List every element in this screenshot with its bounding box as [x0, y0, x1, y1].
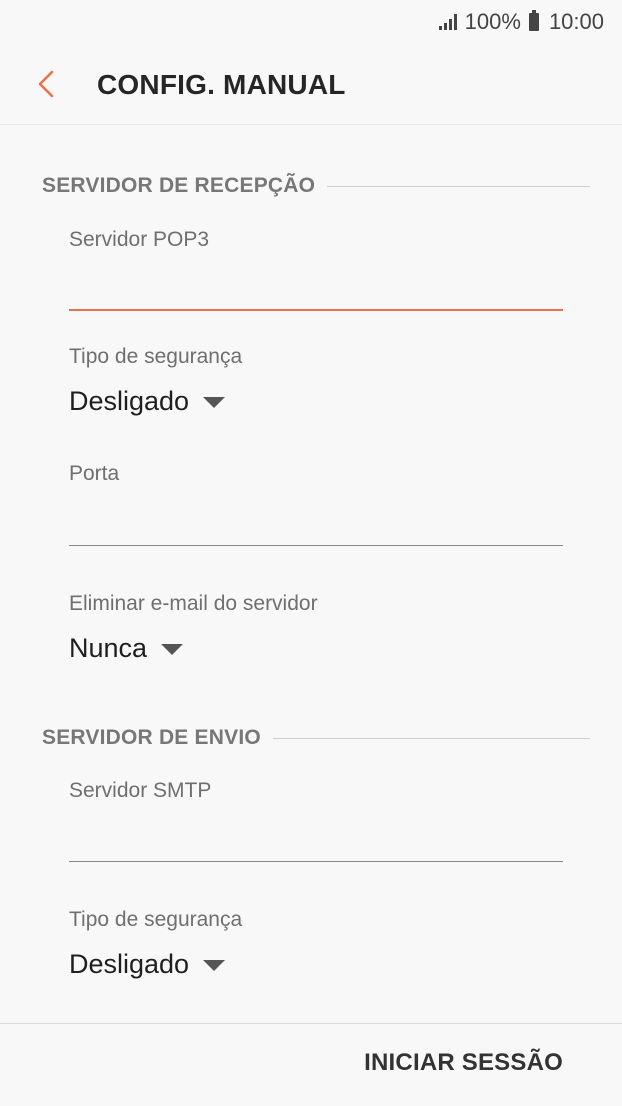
- caret-down-icon: [161, 644, 184, 655]
- smtp-server-underline: [69, 861, 563, 862]
- section-header-incoming: SERVIDOR DE RECEPÇÃO: [42, 174, 590, 198]
- battery-percent: 100%: [464, 9, 521, 34]
- battery-icon: [528, 10, 539, 31]
- incoming-security-value: Desligado: [69, 386, 190, 416]
- delete-email-label: Eliminar e-mail do servidor: [69, 592, 318, 615]
- section-divider: [272, 737, 590, 739]
- outgoing-security-label: Tipo de segurança: [69, 908, 243, 931]
- pop3-server-label: Servidor POP3: [69, 228, 210, 251]
- section-title-outgoing: SERVIDOR DE ENVIO: [42, 726, 261, 749]
- incoming-security-label: Tipo de segurança: [69, 345, 243, 368]
- footer-divider: [0, 1023, 622, 1024]
- port-input[interactable]: [69, 505, 563, 543]
- status-bar-right: 100% 10:00: [438, 9, 604, 35]
- page-title: CONFIG. MANUAL: [97, 69, 346, 100]
- outgoing-security-value: Desligado: [69, 949, 190, 979]
- caret-down-icon: [203, 960, 226, 971]
- smtp-server-label: Servidor SMTP: [69, 779, 212, 802]
- pop3-server-underline: [69, 309, 563, 311]
- smtp-server-input[interactable]: [69, 821, 563, 859]
- outgoing-security-dropdown[interactable]: Desligado: [69, 949, 226, 980]
- delete-email-dropdown[interactable]: Nunca: [69, 633, 184, 664]
- sign-in-button[interactable]: INICIAR SESSÃO: [364, 1049, 563, 1077]
- section-header-outgoing: SERVIDOR DE ENVIO: [42, 726, 590, 750]
- port-underline: [69, 545, 563, 546]
- incoming-security-dropdown[interactable]: Desligado: [69, 386, 226, 417]
- caret-down-icon: [203, 397, 226, 408]
- delete-email-value: Nunca: [69, 633, 148, 663]
- section-title-incoming: SERVIDOR DE RECEPÇÃO: [42, 174, 316, 197]
- app-bar: CONFIG. MANUAL: [0, 44, 622, 125]
- clock: 10:00: [548, 9, 604, 34]
- pop3-server-input[interactable]: [69, 270, 563, 308]
- section-divider: [327, 185, 590, 187]
- signal-icon: [438, 14, 457, 30]
- back-button[interactable]: [30, 66, 66, 102]
- port-label: Porta: [69, 462, 120, 485]
- chevron-left-icon: [38, 70, 54, 98]
- status-bar: 100% 10:00: [0, 0, 622, 44]
